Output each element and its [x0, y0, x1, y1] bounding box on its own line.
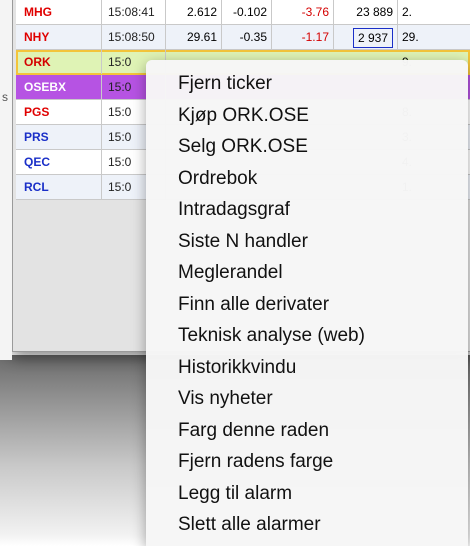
- ticker-cell[interactable]: NHY: [16, 25, 102, 49]
- table-row[interactable]: NHY 15:08:50 29.61 -0.35 -1.17 2 937 29.: [16, 25, 470, 50]
- menu-item-order-book[interactable]: Ordrebok: [146, 163, 468, 195]
- menu-item-remove-row-color[interactable]: Fjern radens farge: [146, 446, 468, 478]
- menu-item-buy[interactable]: Kjøp ORK.OSE: [146, 100, 468, 132]
- ticker-cell[interactable]: PRS: [16, 125, 102, 149]
- volume-cell: 2 937: [334, 25, 398, 49]
- ticker-cell[interactable]: OSEBX: [16, 75, 102, 99]
- next-column-cell: 29.: [402, 30, 419, 44]
- change-cell: -0.35: [222, 25, 272, 49]
- ticker-cell[interactable]: RCL: [16, 175, 102, 199]
- context-menu: Fjern ticker Kjøp ORK.OSE Selg ORK.OSE O…: [146, 60, 468, 546]
- menu-item-find-derivatives[interactable]: Finn alle derivater: [146, 289, 468, 321]
- change-percent-cell: -1.17: [272, 25, 334, 49]
- volume-highlight-box: 2 937: [352, 28, 393, 48]
- volume-cell: 23 889: [334, 0, 398, 24]
- menu-item-intraday-chart[interactable]: Intradagsgraf: [146, 194, 468, 226]
- menu-item-show-news[interactable]: Vis nyheter: [146, 383, 468, 415]
- change-cell: -0.102: [222, 0, 272, 24]
- table-row[interactable]: MHG 15:08:41 2.612 -0.102 -3.76 23 889 2…: [16, 0, 470, 25]
- time-cell: 15:08:41: [102, 0, 166, 24]
- ticker-cell[interactable]: ORK: [16, 50, 102, 74]
- last-price-cell: 29.61: [166, 25, 222, 49]
- last-price-cell: 2.612: [166, 0, 222, 24]
- menu-item-sell[interactable]: Selg ORK.OSE: [146, 131, 468, 163]
- adjacent-window-edge: s: [0, 0, 12, 360]
- side-label: s: [2, 90, 8, 104]
- ticker-cell[interactable]: QEC: [16, 150, 102, 174]
- menu-item-broker-share[interactable]: Meglerandel: [146, 257, 468, 289]
- menu-item-remove-ticker[interactable]: Fjern ticker: [146, 68, 468, 100]
- menu-item-add-alarm[interactable]: Legg til alarm: [146, 478, 468, 510]
- change-percent-cell: -3.76: [272, 0, 334, 24]
- time-cell: 15:08:50: [102, 25, 166, 49]
- menu-item-technical-analysis[interactable]: Teknisk analyse (web): [146, 320, 468, 352]
- menu-item-last-n-trades[interactable]: Siste N handler: [146, 226, 468, 258]
- menu-item-color-row[interactable]: Farg denne raden: [146, 415, 468, 447]
- menu-item-delete-all-alarms[interactable]: Slett alle alarmer: [146, 509, 468, 541]
- ticker-cell[interactable]: MHG: [16, 0, 102, 24]
- menu-item-history-window[interactable]: Historikkvindu: [146, 352, 468, 384]
- ticker-cell[interactable]: PGS: [16, 100, 102, 124]
- next-column-cell: 2.: [402, 5, 413, 19]
